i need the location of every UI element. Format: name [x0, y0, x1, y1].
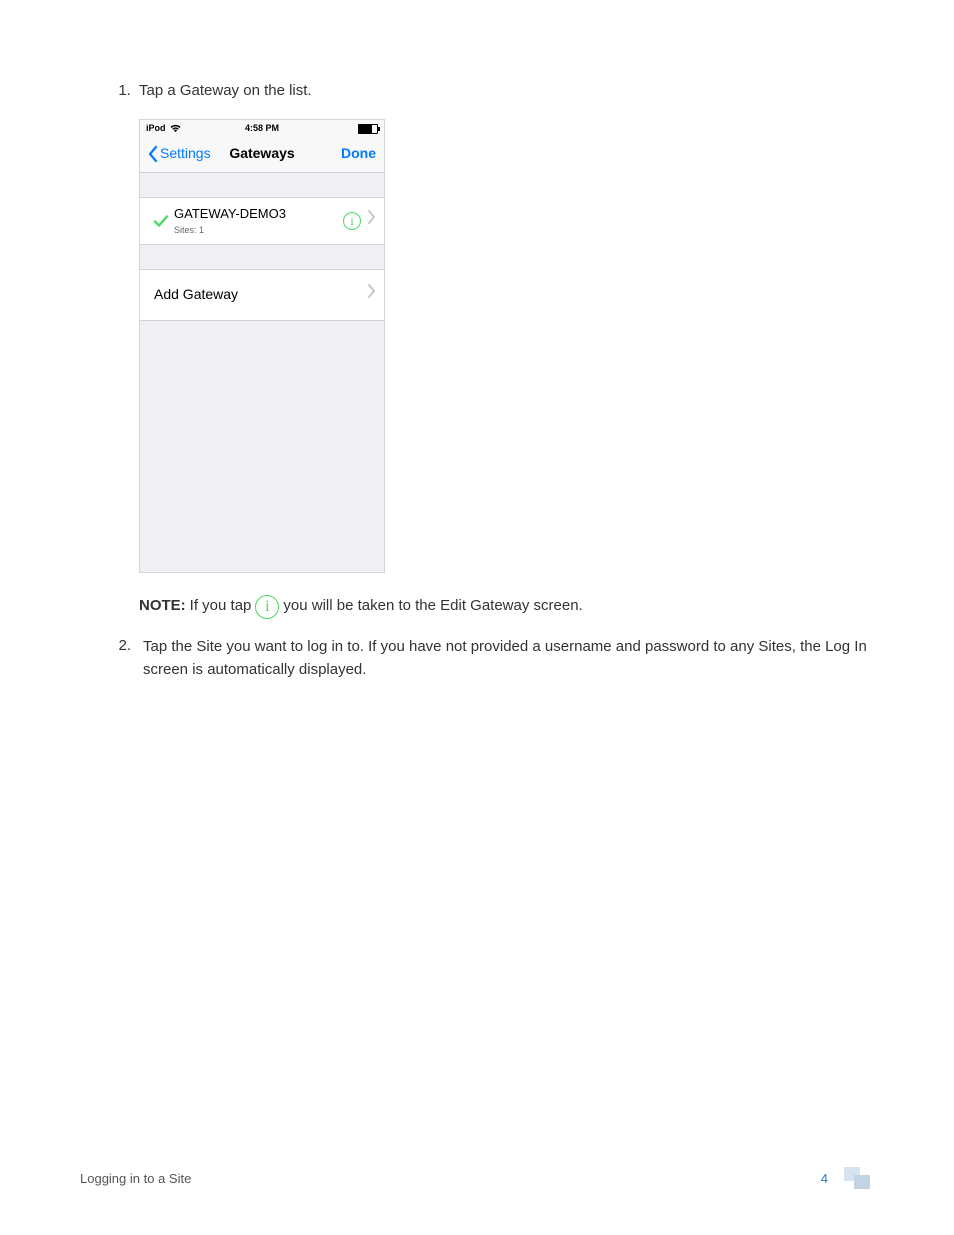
note-text-before: If you tap	[190, 595, 252, 618]
step-2-marker: 2.	[113, 635, 131, 682]
gateway-row-actions: i	[343, 209, 376, 232]
gateway-text: GATEWAY-DEMO3 Sites: 1	[174, 204, 343, 238]
status-time: 4:58 PM	[140, 122, 384, 136]
done-button[interactable]: Done	[341, 143, 376, 164]
add-gateway-label: Add Gateway	[154, 284, 367, 305]
checkmark-icon	[148, 213, 174, 229]
chevron-right-icon	[367, 283, 376, 306]
chevron-left-icon	[148, 146, 158, 162]
step-2-text: Tap the Site you want to log in to. If y…	[143, 635, 874, 682]
gateway-subtitle: Sites: 1	[174, 224, 343, 238]
step-1-text: Tap a Gateway on the list.	[139, 82, 312, 99]
battery-icon	[358, 124, 378, 134]
phone-screenshot: iPod 4:58 PM Setting	[139, 119, 385, 573]
document-page: Tap a Gateway on the list. iPod 4:58 PM	[0, 0, 954, 1235]
battery-fill	[359, 125, 372, 133]
step-1: Tap a Gateway on the list. iPod 4:58 PM	[135, 80, 874, 619]
status-right	[358, 124, 378, 134]
gateway-list: GATEWAY-DEMO3 Sites: 1 i Add Gateway	[140, 197, 384, 321]
back-label: Settings	[160, 143, 211, 164]
instruction-list: Tap a Gateway on the list. iPod 4:58 PM	[80, 80, 874, 619]
note-line: NOTE: If you tap i you will be taken to …	[139, 595, 874, 619]
page-number: 4	[821, 1171, 828, 1186]
gateway-name: GATEWAY-DEMO3	[174, 204, 343, 224]
footer-right: 4	[821, 1167, 874, 1189]
chevron-right-icon	[367, 209, 376, 232]
note-label: NOTE:	[139, 595, 186, 618]
info-icon: i	[255, 595, 279, 619]
page-footer: Logging in to a Site 4	[80, 1167, 874, 1189]
add-gateway-row[interactable]: Add Gateway	[140, 269, 384, 321]
nav-bar: Settings Gateways Done	[140, 136, 384, 173]
status-bar: iPod 4:58 PM	[140, 120, 384, 136]
gateway-row[interactable]: GATEWAY-DEMO3 Sites: 1 i	[140, 197, 384, 245]
info-icon[interactable]: i	[343, 212, 361, 230]
step-2: 2. Tap the Site you want to log in to. I…	[80, 635, 874, 682]
note-text-after: you will be taken to the Edit Gateway sc…	[283, 595, 582, 618]
footer-logo	[838, 1167, 874, 1189]
footer-title: Logging in to a Site	[80, 1171, 191, 1186]
back-button[interactable]: Settings	[148, 143, 211, 164]
